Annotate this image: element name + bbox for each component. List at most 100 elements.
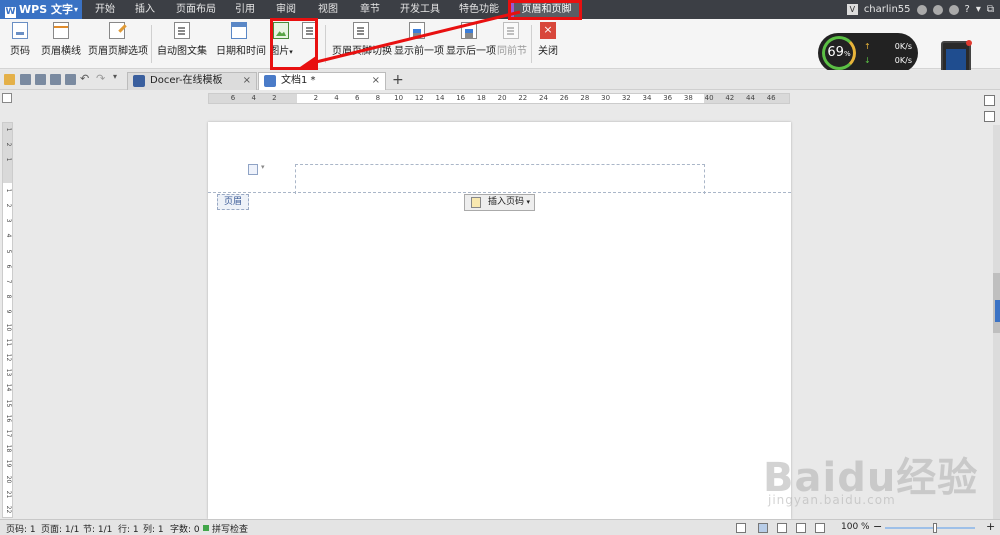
ruler-tick-label: 12: [5, 353, 12, 362]
redo-icon[interactable]: ↷: [96, 72, 105, 85]
docer-icon: [133, 75, 145, 87]
date-time-button[interactable]: 日期和时间: [216, 22, 266, 66]
chevron-down-icon: ▾: [526, 198, 530, 206]
ruler-tick-label: 38: [683, 94, 693, 102]
ruler-tick-label: 19: [5, 460, 12, 468]
user-name[interactable]: charlin55: [864, 4, 911, 15]
tab-page-layout[interactable]: 页面布局: [168, 0, 224, 19]
tab-sections[interactable]: 章节: [350, 0, 390, 19]
tab-developer[interactable]: 开发工具: [392, 0, 448, 19]
open-folder-icon[interactable]: [4, 74, 15, 85]
shirt-icon[interactable]: [948, 4, 959, 15]
save-icon[interactable]: [20, 74, 31, 85]
fullscreen-icon[interactable]: [736, 523, 746, 533]
show-previous-label: 显示前一项: [394, 46, 444, 57]
skin-icon[interactable]: [932, 4, 943, 15]
header-boundary-line: [208, 192, 791, 193]
vertical-scrollbar[interactable]: [993, 125, 1000, 520]
status-page-code[interactable]: 页码: 1: [6, 522, 36, 535]
ruler-tick-label: 6: [354, 94, 360, 102]
status-section[interactable]: 节: 1/1: [83, 522, 112, 535]
auto-text-button[interactable]: 自动图文集: [157, 22, 207, 66]
show-previous-button[interactable]: 显示前一项: [394, 22, 444, 66]
close-tab-icon[interactable]: ×: [243, 73, 251, 89]
spell-check-toggle[interactable]: 拼写检查: [212, 522, 248, 535]
header-line-button[interactable]: 页眉横线: [38, 22, 84, 66]
tab-review[interactable]: 审阅: [266, 0, 306, 19]
header-edit-area[interactable]: [295, 164, 705, 194]
show-next-button[interactable]: 显示后一项: [446, 22, 496, 66]
wps-logo-icon: W: [5, 7, 16, 18]
ruler-tick-label: 17: [5, 429, 12, 438]
doc-tab-document1[interactable]: 文档1 * ×: [258, 72, 386, 90]
header-footer-options-button[interactable]: 页眉页脚选项: [88, 22, 148, 66]
status-row: 行: 1: [118, 525, 139, 535]
tab-special-features[interactable]: 特色功能: [452, 0, 506, 19]
customize-toolbar-icon[interactable]: ▾: [113, 72, 117, 81]
doc-tab-docer[interactable]: Docer-在线模板 ×: [127, 72, 257, 90]
tab-start[interactable]: 开始: [86, 0, 124, 19]
tab-stop-selector[interactable]: [2, 93, 12, 103]
wps-app-menu-button[interactable]: W WPS 文字 ▾: [0, 0, 82, 19]
horizontal-ruler[interactable]: 6 4 2 2 4 6 8 10 12 14 16 18 20 22 24 26 28 30 32 34 36 38 40 4…: [208, 93, 790, 104]
side-panel-toggle[interactable]: [995, 300, 1000, 322]
close-tab-icon[interactable]: ×: [372, 73, 380, 89]
ruler-tick-label: 22: [5, 505, 12, 514]
status-word-count[interactable]: 字数: 0: [170, 522, 200, 535]
new-tab-button[interactable]: +: [392, 72, 404, 88]
side-panel-icon[interactable]: [984, 111, 995, 122]
ruler-tick-label: 18: [476, 94, 486, 102]
print-icon[interactable]: [35, 74, 46, 85]
ruler-tick-label: 5: [5, 249, 12, 253]
divider: [531, 25, 532, 63]
show-next-icon: [461, 22, 477, 39]
export-pdf-icon[interactable]: [65, 74, 76, 85]
ruler-tick-label: 1: [5, 127, 12, 132]
page-number-button[interactable]: 页码: [5, 22, 35, 66]
restore-icon[interactable]: ⧉: [987, 4, 994, 15]
spell-check-indicator-icon: [203, 525, 209, 531]
insert-page-number-button[interactable]: 插入页码 ▾: [464, 194, 535, 211]
options-pencil-icon: [109, 22, 125, 39]
same-as-previous-icon: [503, 22, 519, 39]
tab-view[interactable]: 视图: [308, 0, 348, 19]
ruler-tick-label: 40: [704, 94, 714, 102]
show-next-label: 显示后一项: [446, 46, 496, 57]
vertical-ruler[interactable]: 1211234567891011121314151617181920212223: [2, 122, 13, 529]
print-preview-icon[interactable]: [50, 74, 61, 85]
help-icon[interactable]: ?: [965, 4, 970, 15]
close-header-footer-button[interactable]: × 关闭: [538, 22, 558, 66]
switch-header-footer-button[interactable]: 页眉页脚切换: [332, 22, 392, 66]
ruler-tick-label: 11: [5, 338, 12, 347]
tab-references[interactable]: 引用: [226, 0, 264, 19]
ruler-tick-label: 4: [334, 94, 339, 102]
avatar[interactable]: V: [846, 4, 858, 15]
header-template-icon[interactable]: [248, 163, 265, 175]
highlight-box-header-footer-tab: [508, 0, 582, 20]
calendar-icon: [231, 22, 247, 39]
zoom-slider[interactable]: [885, 527, 975, 529]
same-as-previous-button[interactable]: 同前节: [497, 22, 527, 66]
quick-access-toolbar: ↶ ↷ ▾ Docer-在线模板 × 文档1 * × +: [0, 70, 1000, 90]
ruler-tick-label: 3: [5, 218, 12, 223]
document-page[interactable]: 页眉 插入页码 ▾: [208, 122, 791, 519]
ruler-tick-label: 46: [766, 94, 776, 102]
divider: [151, 25, 152, 63]
baidu-watermark: Baidu经验 jingyan.baidu.com: [758, 425, 988, 525]
minimize-icon[interactable]: ▾: [976, 4, 981, 15]
divider: [325, 25, 326, 63]
view-toggle-icon[interactable]: [984, 95, 995, 106]
ruler-tick-label: 10: [5, 323, 12, 331]
status-page[interactable]: 页面: 1/1: [41, 522, 79, 535]
cloud-icon[interactable]: [916, 4, 927, 15]
app-name: WPS 文字: [19, 3, 73, 16]
ruler-tick-label: 21: [5, 490, 12, 499]
ruler-tick-label: 13: [5, 368, 12, 377]
undo-icon[interactable]: ↶: [80, 72, 89, 85]
down-arrow-icon: ↓: [864, 56, 871, 65]
header-label: 页眉: [217, 194, 249, 210]
tab-insert[interactable]: 插入: [126, 0, 164, 19]
ruler-tick-label: 9: [5, 309, 12, 314]
system-monitor-widget[interactable]: 69% ↑ 0K/s ↓ 0K/s: [818, 33, 918, 73]
ruler-tick-label: 2: [272, 94, 277, 102]
